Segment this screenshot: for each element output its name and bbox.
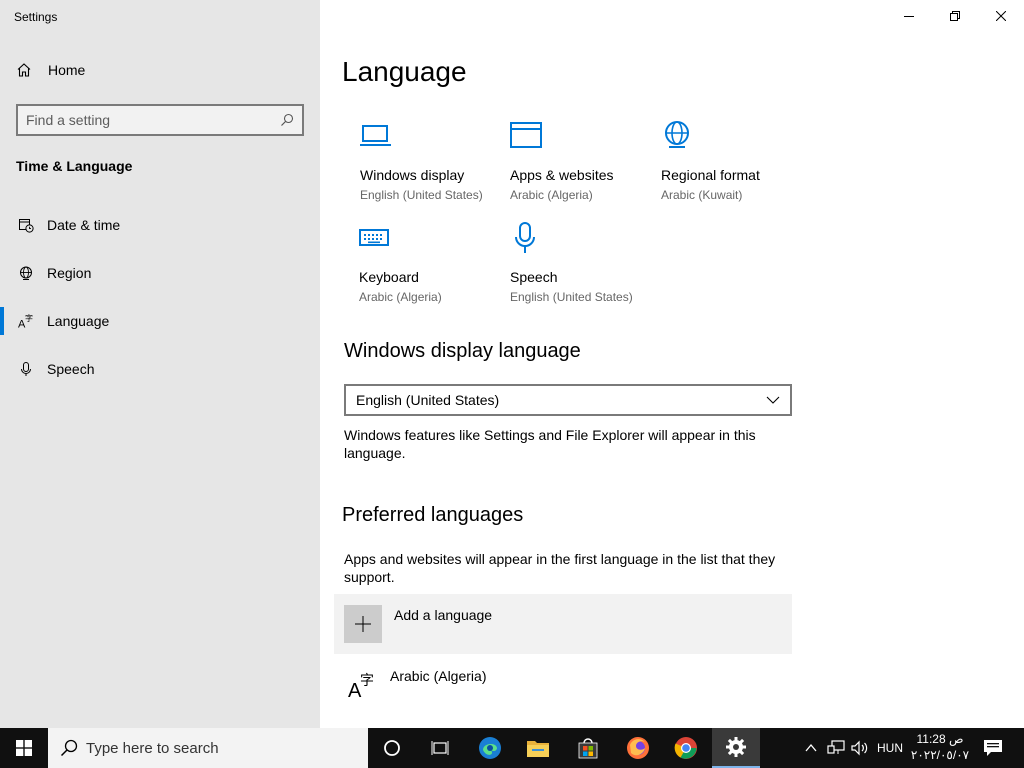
tile-subtitle: English (United States) xyxy=(510,290,633,304)
tile-name: Apps & websites xyxy=(510,167,614,183)
show-hidden-icons-button[interactable] xyxy=(800,728,822,768)
language-icon: A字 xyxy=(348,673,374,700)
tile-name: Windows display xyxy=(360,167,465,183)
display-language-selected: English (United States) xyxy=(356,392,500,408)
display-language-dropdown[interactable]: English (United States) xyxy=(344,384,792,416)
taskbar-search-box[interactable]: Type here to search xyxy=(48,728,368,768)
input-indicator-label: HUN xyxy=(877,741,903,755)
input-indicator[interactable]: HUN xyxy=(874,728,906,768)
nav-list: Date & time Region A字 Language Speech xyxy=(0,201,320,393)
task-view-button[interactable] xyxy=(416,728,464,768)
main-content: Language Windows display English (United… xyxy=(320,0,1024,728)
page-title: Language xyxy=(342,56,467,87)
windows-logo-icon xyxy=(16,740,32,756)
tile-name: Speech xyxy=(510,269,558,285)
taskbar-clock[interactable]: 11:28 ص ٢٠٢٢/٠٥/٠٧ xyxy=(908,731,972,763)
speaker-icon xyxy=(851,740,868,756)
globe-icon xyxy=(16,263,36,283)
taskbar-search-placeholder: Type here to search xyxy=(86,739,219,757)
firefox-icon xyxy=(627,737,649,759)
preferred-languages-heading: Preferred languages xyxy=(342,504,524,526)
sidebar-item-region[interactable]: Region xyxy=(0,249,320,297)
app-title: Settings xyxy=(14,10,58,24)
tile-windows-display[interactable]: Windows display English (United States) xyxy=(360,120,500,202)
preferred-language-item[interactable]: A字 Arabic (Algeria) xyxy=(334,660,792,710)
monitor-icon xyxy=(360,120,500,154)
browser-window-icon xyxy=(510,120,650,154)
tile-subtitle: Arabic (Algeria) xyxy=(510,188,593,202)
preferred-languages-description: Apps and websites will appear in the fir… xyxy=(344,551,776,585)
tile-regional-format[interactable]: Regional format Arabic (Kuwait) xyxy=(661,120,801,202)
volume-button[interactable] xyxy=(848,728,872,768)
start-button[interactable] xyxy=(0,728,48,768)
add-language-label: Add a language xyxy=(394,607,493,623)
chevron-down-icon xyxy=(766,396,780,404)
svg-text:字: 字 xyxy=(360,673,374,689)
cortana-circle-icon xyxy=(384,740,400,756)
section-title: Time & Language xyxy=(16,158,133,174)
sidebar-item-label: Speech xyxy=(47,361,95,377)
keyboard-icon xyxy=(359,222,499,256)
taskbar-app-store[interactable] xyxy=(564,728,612,768)
calendar-clock-icon xyxy=(16,215,36,235)
search-icon[interactable] xyxy=(280,113,294,127)
notifications-button[interactable] xyxy=(978,728,1008,768)
sidebar-item-label: Date & time xyxy=(47,217,121,233)
search-icon xyxy=(60,739,78,757)
tile-subtitle: Arabic (Kuwait) xyxy=(661,188,743,202)
globe-format-icon xyxy=(661,120,801,154)
microphone-icon xyxy=(16,359,36,379)
tile-speech[interactable]: Speech English (United States) xyxy=(510,222,650,304)
network-icon xyxy=(827,740,845,754)
microphone-icon xyxy=(510,222,650,256)
taskbar-app-firefox[interactable] xyxy=(614,728,662,768)
display-language-heading: Windows display language xyxy=(344,340,581,362)
network-button[interactable] xyxy=(824,728,848,768)
clock-date: ٢٠٢٢/٠٥/٠٧ xyxy=(910,748,970,762)
tile-apps-websites[interactable]: Apps & websites Arabic (Algeria) xyxy=(510,120,650,202)
taskbar-app-settings[interactable] xyxy=(712,728,760,768)
taskbar-app-edge[interactable] xyxy=(466,728,514,768)
settings-search-box[interactable] xyxy=(16,104,304,136)
chevron-up-icon xyxy=(805,744,817,752)
taskbar: Type here to search HUN 11:28 ص ٢٠٢٢/٠٥/… xyxy=(0,728,1024,768)
taskbar-app-chrome[interactable] xyxy=(662,728,710,768)
display-language-description: Windows features like Settings and File … xyxy=(344,427,756,461)
edge-icon xyxy=(479,737,501,759)
sidebar-item-language[interactable]: A字 Language xyxy=(0,297,320,345)
nav-home-label: Home xyxy=(48,62,86,78)
sidebar-item-speech[interactable]: Speech xyxy=(0,345,320,393)
clock-time: 11:28 ص xyxy=(916,732,964,746)
folder-icon xyxy=(527,741,549,757)
add-language-button[interactable]: Add a language xyxy=(334,594,792,654)
plus-icon xyxy=(344,605,382,643)
nav-home[interactable]: Home xyxy=(16,62,85,78)
tile-subtitle: Arabic (Algeria) xyxy=(359,290,442,304)
chrome-icon xyxy=(674,737,697,759)
notification-icon xyxy=(984,740,1002,756)
store-bag-icon xyxy=(578,738,598,759)
tile-name: Regional format xyxy=(661,167,760,183)
tile-subtitle: English (United States) xyxy=(360,188,483,202)
sidebar-item-label: Language xyxy=(47,313,110,329)
sidebar-item-label: Region xyxy=(47,265,92,281)
home-icon xyxy=(17,63,31,77)
cortana-button[interactable] xyxy=(368,728,416,768)
sidebar: Settings Home Time & Language Date & tim… xyxy=(0,0,320,728)
taskbar-app-file-explorer[interactable] xyxy=(514,728,562,768)
svg-text:字: 字 xyxy=(25,313,33,323)
tile-name: Keyboard xyxy=(359,269,419,285)
task-view-icon xyxy=(431,741,449,755)
language-icon: A字 xyxy=(16,311,36,331)
settings-search-input[interactable] xyxy=(26,112,280,128)
gear-icon xyxy=(726,737,746,757)
sidebar-item-date-time[interactable]: Date & time xyxy=(0,201,320,249)
tile-keyboard[interactable]: Keyboard Arabic (Algeria) xyxy=(359,222,499,304)
language-name: Arabic (Algeria) xyxy=(390,668,487,684)
